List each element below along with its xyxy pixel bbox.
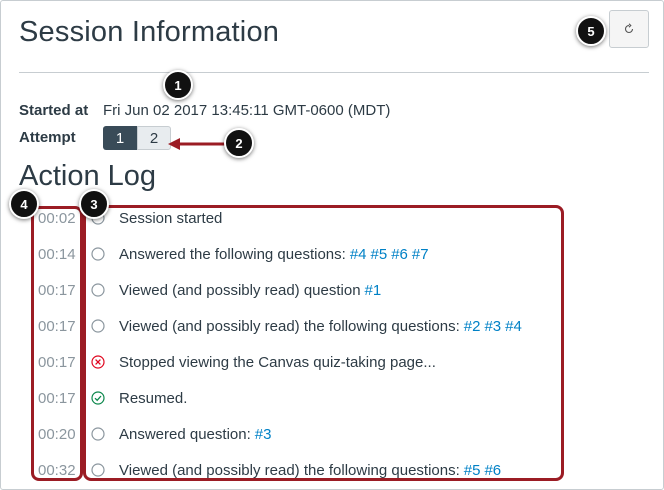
actions-callout-box [83, 205, 564, 481]
attempt-switcher: 1 2 [103, 126, 171, 150]
attempt-label: Attempt [19, 129, 76, 146]
attempt-1-button[interactable]: 1 [103, 126, 137, 150]
callout-badge-1: 1 [163, 70, 193, 100]
callout-badge-4: 4 [9, 189, 39, 219]
refresh-button[interactable] [609, 10, 649, 48]
callout-badge-3: 3 [79, 189, 109, 219]
timestamps-callout-box [31, 206, 83, 481]
callout-arrow [168, 138, 226, 150]
started-at-value: Fri Jun 02 2017 13:45:11 GMT-0600 (MDT) [103, 102, 391, 119]
refresh-icon [624, 23, 634, 34]
page-title: Session Information [19, 16, 280, 48]
action-log-heading: Action Log [19, 160, 157, 192]
attempt-2-button[interactable]: 2 [137, 126, 171, 150]
header-divider [19, 72, 649, 73]
callout-badge-5: 5 [576, 16, 606, 46]
started-at-label: Started at [19, 102, 89, 119]
callout-badge-2: 2 [224, 128, 254, 158]
